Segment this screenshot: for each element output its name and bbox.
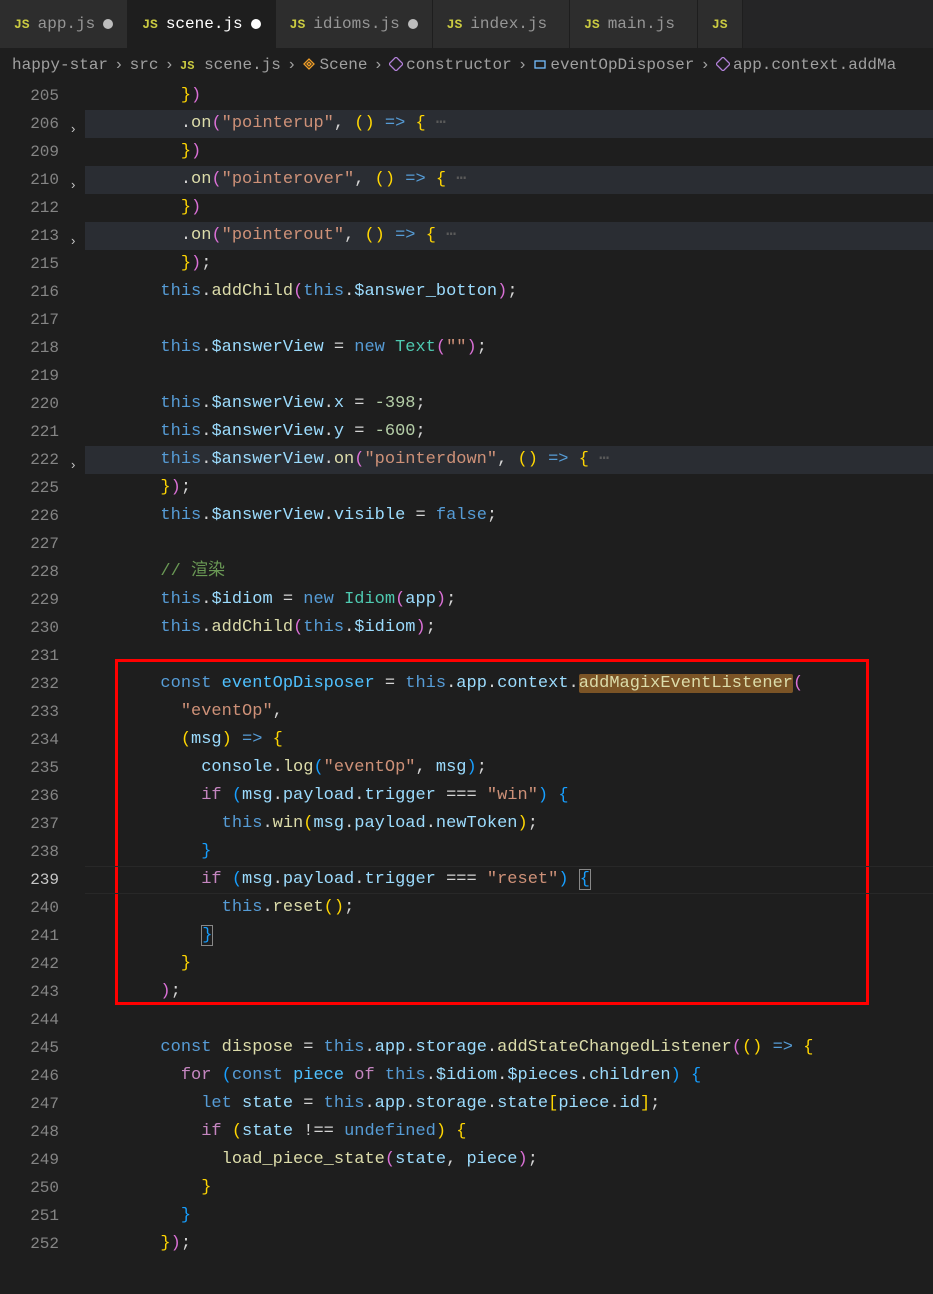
token-fn: on	[191, 226, 211, 245]
highlighted-token: addMagixEventListener	[579, 674, 793, 693]
line-number: 237	[0, 810, 59, 838]
line-number: 217	[0, 306, 59, 334]
chevron-right-icon: ›	[164, 56, 174, 74]
line-number: 212	[0, 194, 59, 222]
line-number: 226	[0, 502, 59, 530]
breadcrumb[interactable]: happy-star › src › JS scene.js › Scene ›…	[0, 48, 933, 82]
code-editor[interactable]: 205206›209210›212213›2152162172182192202…	[0, 82, 933, 1294]
line-number: 235	[0, 754, 59, 782]
line-number: 216	[0, 278, 59, 306]
chevron-right-icon: ›	[287, 56, 297, 74]
line-number: 243	[0, 978, 59, 1006]
line-number: 238	[0, 838, 59, 866]
js-icon: JS	[14, 17, 30, 32]
line-number: 227	[0, 530, 59, 558]
breadcrumb-file[interactable]: JS scene.js	[180, 56, 281, 74]
comment: // 渲染	[160, 562, 225, 581]
token-str: "pointerout"	[222, 226, 344, 245]
dirty-indicator-icon	[251, 19, 261, 29]
tab-index-js[interactable]: JS index.js	[433, 0, 570, 48]
chevron-right-icon: ›	[374, 56, 384, 74]
line-number: 240	[0, 894, 59, 922]
line-number: 241	[0, 922, 59, 950]
line-number: 230	[0, 614, 59, 642]
line-number: 231	[0, 642, 59, 670]
line-number: 232	[0, 670, 59, 698]
line-number: 251	[0, 1202, 59, 1230]
line-number: 244	[0, 1006, 59, 1034]
js-icon: JS	[584, 17, 600, 32]
line-number: 236	[0, 782, 59, 810]
line-number: 222›	[0, 446, 59, 474]
line-number: 225	[0, 474, 59, 502]
line-number: 229	[0, 586, 59, 614]
breadcrumb-folder[interactable]: happy-star	[12, 56, 108, 74]
line-number: 249	[0, 1146, 59, 1174]
line-number: 218	[0, 334, 59, 362]
line-number: 228	[0, 558, 59, 586]
tab-label: scene.js	[166, 15, 243, 33]
line-number: 220	[0, 390, 59, 418]
editor-tabs: JS app.js JS scene.js JS idioms.js JS in…	[0, 0, 933, 48]
line-number: 234	[0, 726, 59, 754]
line-number: 209	[0, 138, 59, 166]
fold-chevron-icon[interactable]: ›	[69, 116, 77, 144]
line-number: 233	[0, 698, 59, 726]
code-area[interactable]: }) .on("pointerup", () => { ⋯ }) .on("po…	[85, 82, 933, 1294]
line-number: 215	[0, 250, 59, 278]
line-number: 221	[0, 418, 59, 446]
line-number: 247	[0, 1090, 59, 1118]
line-number: 205	[0, 82, 59, 110]
chevron-right-icon: ›	[700, 56, 710, 74]
tab-label: idioms.js	[313, 15, 399, 33]
tab-main-js[interactable]: JS main.js	[570, 0, 698, 48]
js-icon: JS	[447, 17, 463, 32]
token-str: "pointerup"	[222, 114, 334, 133]
tab-app-js[interactable]: JS app.js	[0, 0, 128, 48]
token-fn: on	[191, 170, 211, 189]
line-number: 250	[0, 1174, 59, 1202]
breadcrumb-class[interactable]: Scene	[302, 56, 367, 74]
line-number: 213›	[0, 222, 59, 250]
breadcrumb-variable[interactable]: eventOpDisposer	[533, 56, 694, 74]
fold-chevron-icon[interactable]: ›	[69, 172, 77, 200]
line-number: 246	[0, 1062, 59, 1090]
dirty-indicator-icon	[408, 19, 418, 29]
tab-label: main.js	[608, 15, 675, 33]
tab-idioms-js[interactable]: JS idioms.js	[276, 0, 433, 48]
breadcrumb-call[interactable]: app.context.addMa	[716, 56, 896, 74]
fold-chevron-icon[interactable]: ›	[69, 228, 77, 256]
line-number-gutter: 205206›209210›212213›2152162172182192202…	[0, 82, 85, 1294]
chevron-right-icon: ›	[114, 56, 124, 74]
js-icon: JS	[142, 17, 158, 32]
breadcrumb-folder[interactable]: src	[130, 56, 159, 74]
token-str: "pointerover"	[222, 170, 355, 189]
js-icon: JS	[290, 17, 306, 32]
line-number: 210›	[0, 166, 59, 194]
tab-label: index.js	[470, 15, 547, 33]
line-number: 248	[0, 1118, 59, 1146]
line-number: 252	[0, 1230, 59, 1258]
breadcrumb-method[interactable]: constructor	[389, 56, 512, 74]
dirty-indicator-icon	[103, 19, 113, 29]
line-number: 239	[0, 866, 59, 894]
tab-label: app.js	[38, 15, 96, 33]
fold-chevron-icon[interactable]: ›	[69, 452, 77, 480]
line-number: 245	[0, 1034, 59, 1062]
tab-overflow[interactable]: JS	[698, 0, 743, 48]
js-icon: JS	[712, 17, 728, 32]
tab-scene-js[interactable]: JS scene.js	[128, 0, 275, 48]
chevron-right-icon: ›	[518, 56, 528, 74]
line-number: 242	[0, 950, 59, 978]
line-number: 206›	[0, 110, 59, 138]
line-number: 219	[0, 362, 59, 390]
token-fn: on	[191, 114, 211, 133]
